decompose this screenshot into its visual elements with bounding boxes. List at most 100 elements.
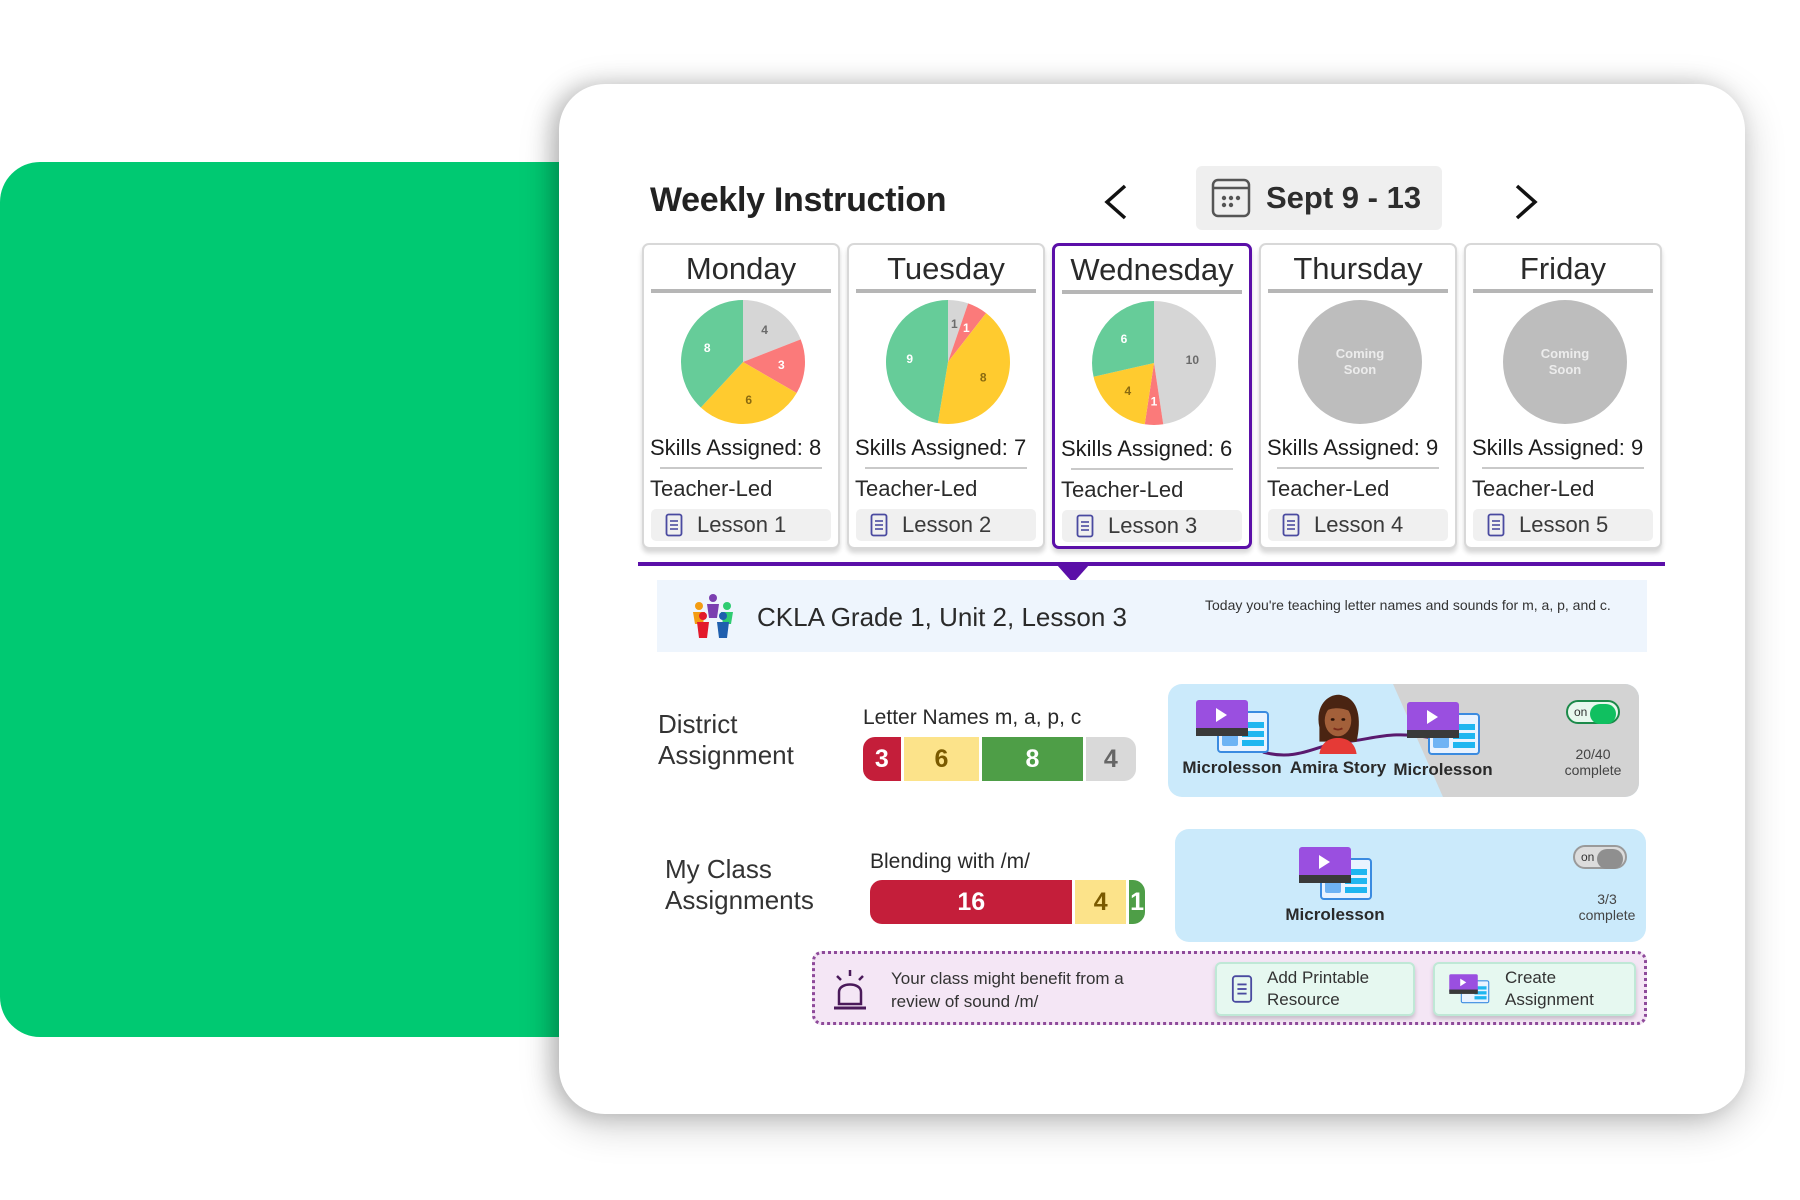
lesson-button[interactable]: Lesson 1: [651, 509, 831, 541]
day-card-friday[interactable]: Friday Coming Soon Skills Assigned: 9 Tea…: [1464, 243, 1662, 549]
lesson-description: Today you're teaching letter names and s…: [1205, 597, 1611, 613]
bar-segment-gray[interactable]: 4: [1085, 737, 1136, 781]
pie-slice-label: 6: [1121, 332, 1128, 346]
lesson-label: Lesson 2: [902, 512, 992, 537]
district-progress: 20/40 complete: [1553, 746, 1633, 778]
progress-label: complete: [1564, 762, 1622, 778]
lesson-button[interactable]: Lesson 4: [1268, 509, 1448, 541]
skills-pie-chart: 4 3 6 8: [681, 300, 805, 424]
document-icon: [1076, 514, 1094, 538]
date-range-picker[interactable]: Sept 9 - 13: [1196, 166, 1442, 230]
divider: [1482, 467, 1644, 469]
next-week-button[interactable]: [1509, 182, 1543, 222]
bar-segment-green[interactable]: 8: [982, 737, 1083, 781]
label-line: Create: [1505, 968, 1557, 987]
page-title: Weekly Instruction: [650, 181, 947, 219]
microlesson-video-icon: [1449, 974, 1490, 1004]
recommendation-bar: Your class might benefit from a review o…: [812, 951, 1647, 1025]
instruction-mode: Teacher-Led: [650, 476, 773, 501]
path-item-microlesson[interactable]: Microlesson: [1275, 843, 1395, 925]
divider: [1062, 290, 1242, 294]
toggle-knob: [1590, 704, 1616, 724]
microlesson-video-icon: [1196, 700, 1269, 753]
label-line: Resource: [1267, 990, 1340, 1009]
bar-segment-red[interactable]: 3: [863, 737, 901, 781]
label-line: Assignments: [665, 885, 814, 915]
my-class-skill-bar[interactable]: 16 4 1: [870, 880, 1145, 924]
button-label: Add Printable Resource: [1267, 967, 1369, 1011]
add-printable-resource-button[interactable]: Add Printable Resource: [1215, 962, 1415, 1016]
divider: [1071, 468, 1233, 470]
bar-segment-yellow[interactable]: 6: [903, 737, 980, 781]
day-card-monday[interactable]: Monday 4 3 6 8 Skills Assigned: 8 Teacher-L…: [642, 243, 840, 549]
previous-week-button[interactable]: [1099, 182, 1133, 222]
day-card-wednesday[interactable]: Wednesday 10 1 4 6 Skills Assigned: 6 Teach…: [1052, 243, 1252, 549]
ckla-people-logo-icon: [693, 594, 733, 638]
label-line: My Class: [665, 854, 772, 884]
pie-slice-label: 4: [761, 323, 768, 337]
progress-count: 3/3: [1597, 891, 1617, 907]
button-label: Create Assignment: [1505, 967, 1594, 1011]
lesson-label: Lesson 5: [1519, 512, 1609, 537]
chevron-right-icon: [1515, 184, 1538, 220]
document-icon: [1487, 513, 1505, 537]
pie-slice-label: 9: [906, 352, 913, 366]
divider: [1268, 289, 1448, 293]
coming-soon-text: Coming: [1541, 346, 1589, 361]
divider: [651, 289, 831, 293]
day-name: Monday: [685, 251, 797, 286]
decorative-green-backdrop: [0, 162, 620, 1037]
skills-assigned: Skills Assigned: 9: [1472, 435, 1644, 460]
path-item-amira-story[interactable]: Amira Story: [1288, 688, 1388, 778]
district-assignment-panel[interactable]: Microlesson Amira Story Microlesson on 2…: [1168, 684, 1639, 797]
path-item-microlesson[interactable]: Microlesson: [1393, 698, 1493, 780]
progress-count: 20/40: [1575, 746, 1611, 762]
lesson-label: Lesson 1: [697, 512, 787, 537]
pie-slice-label: 4: [1125, 384, 1132, 398]
label-line: Assignment: [658, 740, 794, 770]
lesson-button[interactable]: Lesson 5: [1473, 509, 1653, 541]
day-card-thursday[interactable]: Thursday Coming Soon Skills Assigned: 9 T…: [1259, 243, 1457, 549]
path-item-label: Amira Story: [1289, 758, 1387, 777]
coming-soon-text: Soon: [1549, 362, 1582, 377]
my-class-assignment-panel[interactable]: Microlesson on 3/3 complete: [1175, 829, 1646, 942]
toggle-label: on: [1581, 850, 1595, 864]
instruction-mode: Teacher-Led: [1061, 477, 1184, 502]
pie-slice-label: 1: [963, 321, 970, 335]
label-line: Assignment: [1505, 990, 1594, 1009]
lesson-banner: CKLA Grade 1, Unit 2, Lesson 3 Today you…: [657, 580, 1647, 652]
skills-assigned: Skills Assigned: 6: [1061, 436, 1233, 461]
lesson-button[interactable]: Lesson 2: [856, 509, 1036, 541]
day-name: Tuesday: [887, 251, 1005, 286]
pie-slice-label: 8: [980, 370, 987, 384]
create-assignment-button[interactable]: Create Assignment: [1433, 962, 1636, 1016]
pie-slice-label: 3: [778, 358, 785, 372]
bar-segment-red[interactable]: 16: [870, 880, 1073, 924]
day-name: Friday: [1519, 251, 1607, 286]
date-range-label: Sept 9 - 13: [1266, 180, 1422, 215]
pie-slice-label: 1: [1151, 394, 1158, 408]
skills-assigned: Skills Assigned: 9: [1267, 435, 1439, 460]
district-skill-bar[interactable]: 3684: [863, 737, 1136, 781]
bar-segment-green[interactable]: 1: [1129, 880, 1145, 924]
divider: [865, 467, 1027, 469]
lesson-button[interactable]: Lesson 3: [1062, 510, 1242, 542]
divider: [660, 467, 822, 469]
coming-soon-placeholder: ComingSoon: [1298, 300, 1422, 424]
bar-segment-yellow[interactable]: 4: [1075, 880, 1127, 924]
my-class-assignment-toggle[interactable]: on: [1573, 845, 1627, 869]
district-assignment-label: District Assignment: [658, 709, 794, 771]
day-card-tuesday[interactable]: Tuesday 11 8 9 Skills Assigned: 7 Teacher-…: [847, 243, 1045, 549]
instruction-mode: Teacher-Led: [855, 476, 978, 501]
district-assignment-toggle[interactable]: on: [1566, 700, 1620, 724]
lesson-title: CKLA Grade 1, Unit 2, Lesson 3: [757, 602, 1127, 632]
district-skill-title: Letter Names m, a, p, c: [863, 706, 1082, 729]
path-item-microlesson[interactable]: Microlesson: [1182, 696, 1282, 778]
pie-slice-label: 8: [704, 341, 711, 355]
day-cards: Monday 4 3 6 8 Skills Assigned: 8 Teacher-L…: [642, 243, 1672, 549]
my-class-assignments-label: My Class Assignments: [665, 854, 814, 916]
microlesson-video-icon: [1299, 847, 1372, 900]
weekly-instruction-card: Weekly Instruction Sept 9 - 13 Monday 43…: [559, 84, 1745, 1114]
label-line: District: [658, 709, 738, 739]
document-icon: [1231, 975, 1253, 1003]
